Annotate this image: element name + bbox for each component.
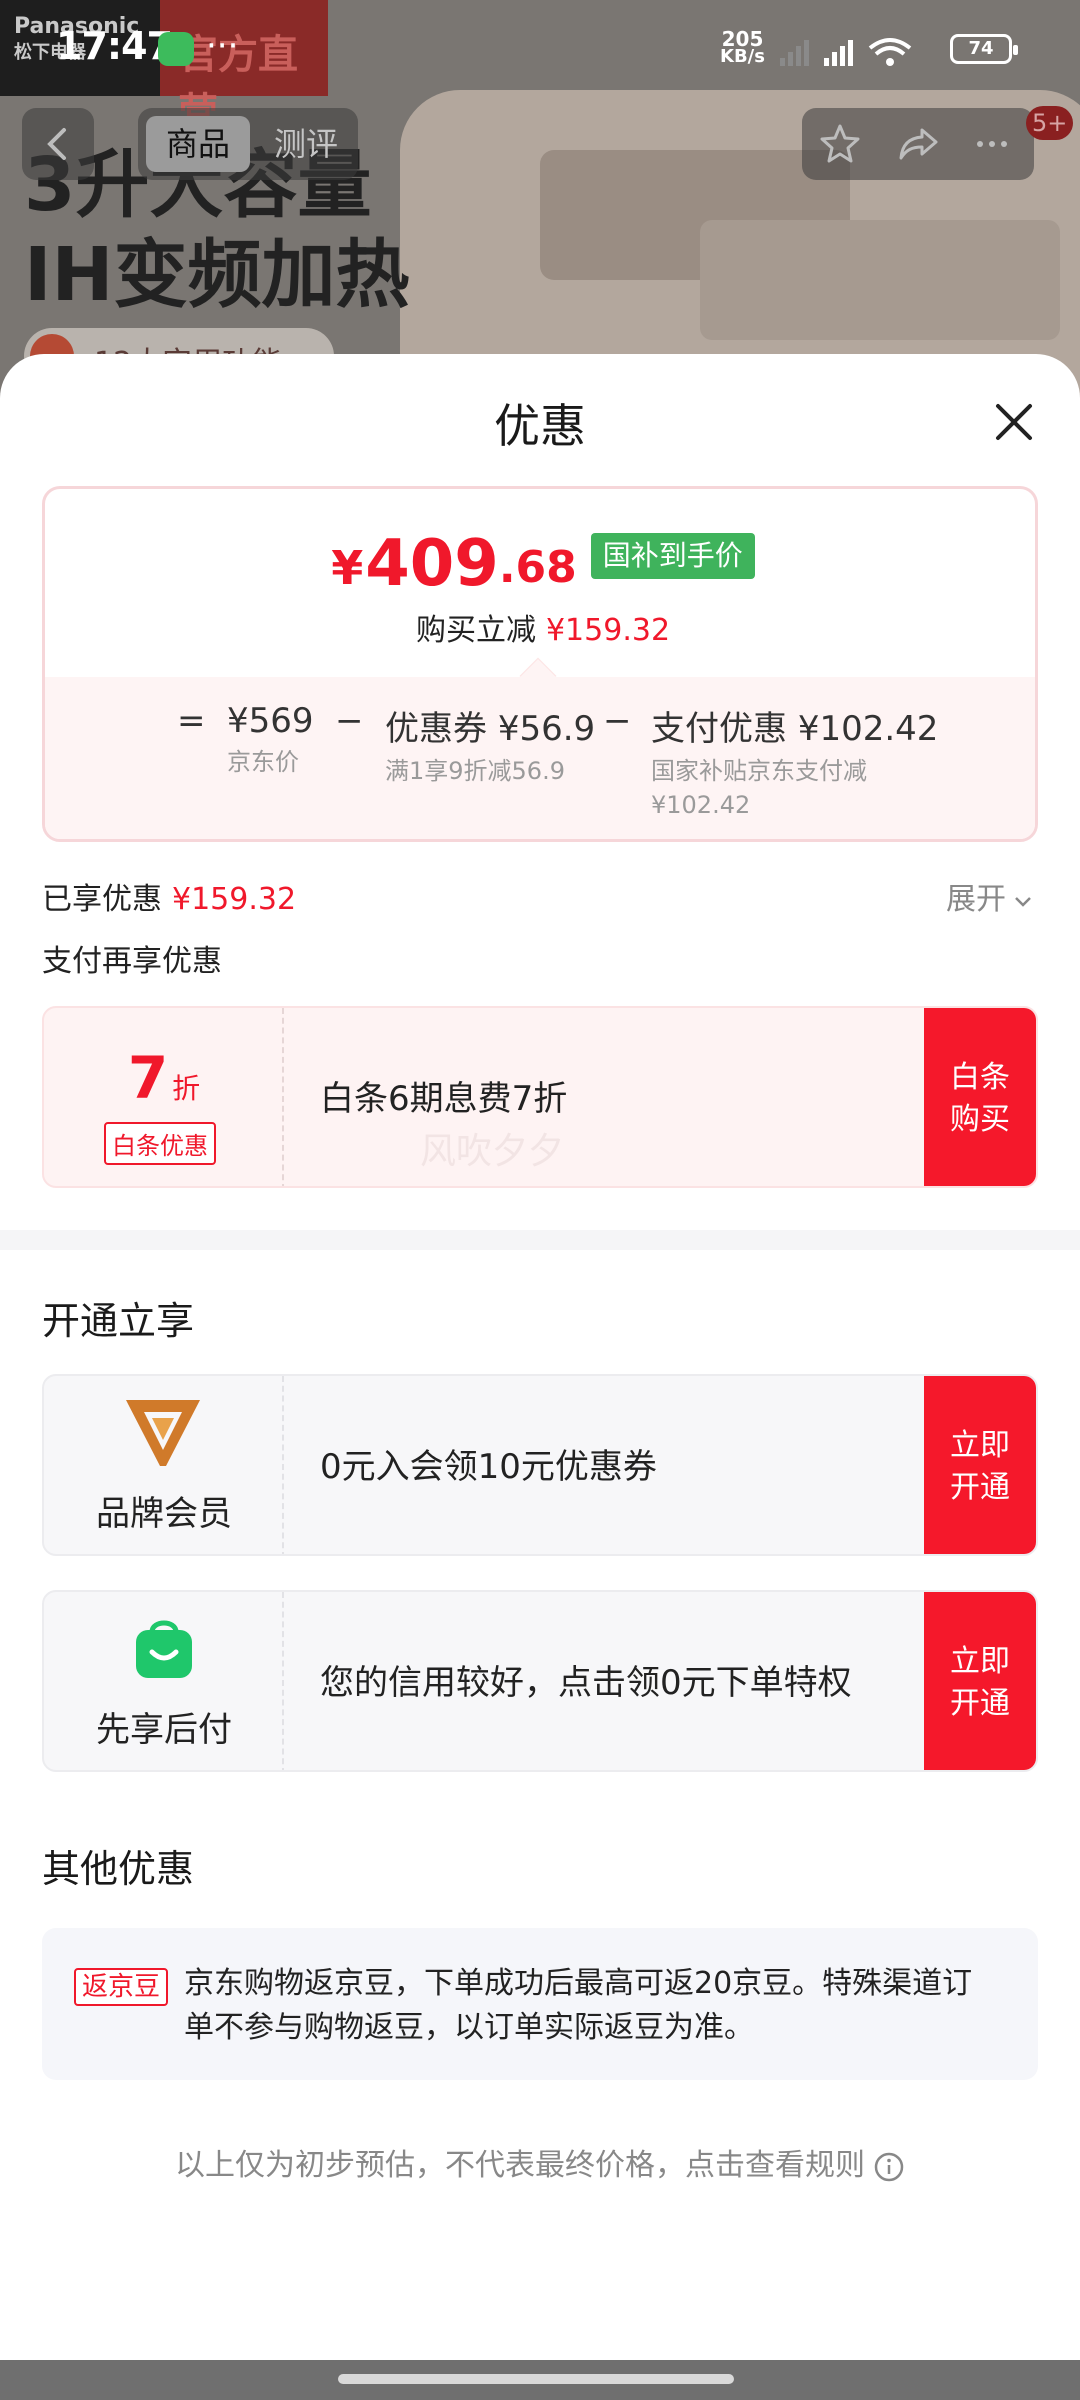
notification-badge: 5+: [1026, 106, 1074, 140]
open-section-title: 开通立享: [42, 1299, 195, 1343]
pay-later-button-line1: 立即: [950, 1644, 1010, 1679]
pay-discount-desc-amount: ¥102.42: [651, 791, 751, 819]
back-icon: [47, 128, 66, 160]
shopping-bag-icon: [136, 1620, 192, 1678]
enjoyed-discount: 已享优惠 ¥159.32: [42, 874, 296, 918]
baitiao-tag: 白条优惠: [104, 1122, 216, 1165]
jd-price-label: 京东价: [227, 748, 299, 776]
status-more-icon: ···: [206, 26, 239, 66]
pay-discount-line: 支付优惠 ¥102.42: [651, 701, 938, 750]
formula-pay-discount: 支付优惠 ¥102.42 国家补贴京东支付减 ¥102.42: [651, 701, 938, 822]
nav-actions: [802, 108, 1034, 180]
star-icon[interactable]: [816, 120, 864, 168]
jingdou-tag: 返京豆: [74, 1968, 169, 2006]
formula-equals: =: [177, 701, 206, 741]
tab-review[interactable]: 测评: [262, 116, 350, 172]
enjoyed-label: 已享优惠: [42, 882, 162, 917]
info-icon: [874, 2152, 904, 2181]
discount-sheet: 优惠 ¥ 409 .68 国补到手价 购买立减 ¥159.32 = ¥569 京东…: [0, 354, 1080, 2360]
discount-unit: 折: [172, 1072, 201, 1105]
footer-note-text: 以上仅为初步预估，不代表最终价格，点击查看规则: [175, 2148, 865, 2183]
pay-discount-desc: 国家补贴京东支付减: [651, 757, 867, 785]
coupon-value: ¥56.9: [497, 709, 596, 749]
price-integer: 409: [365, 527, 499, 601]
brand-member-button-line1: 立即: [950, 1428, 1010, 1463]
signal-icon: [780, 38, 912, 66]
jingdou-text: 京东购物返京豆，下单成功后最高可返20京豆。特殊渠道订单不参与购物返豆，以订单实…: [184, 1966, 973, 2045]
close-icon[interactable]: [984, 392, 1044, 452]
coupon-line: 优惠券 ¥56.9: [385, 701, 595, 750]
other-section-title: 其他优惠: [42, 1847, 195, 1891]
price-currency: ¥: [331, 541, 364, 595]
discount-number: 7: [127, 1044, 169, 1112]
coupon-desc: 满1享9折减56.9: [385, 757, 565, 785]
rules-link[interactable]: 以上仅为初步预估，不代表最终价格，点击查看规则: [0, 2140, 1080, 2184]
formula-coupon: 优惠券 ¥56.9 满1享9折减56.9: [385, 701, 595, 788]
price-formula: = ¥569 京东价 − 优惠券 ¥56.9 满1享9折减56.9 − 支付优惠…: [45, 677, 1035, 839]
formula-minus-2: −: [603, 701, 632, 741]
baitiao-button-line2: 购买: [950, 1102, 1010, 1137]
watermark-text: 风吹夕夕: [420, 1131, 565, 1172]
subsidy-price-tag: 国补到手价: [590, 533, 755, 579]
home-indicator[interactable]: [338, 2374, 734, 2384]
baitiao-buy-button[interactable]: 白条 购买: [924, 1008, 1036, 1186]
brand-member-description: 0元入会领10元优惠券: [320, 1447, 657, 1487]
wechat-icon: [158, 32, 194, 66]
pay-again-label: 支付再享优惠: [42, 944, 222, 979]
reduction-amount: ¥159.32: [545, 613, 671, 648]
purchase-reduction: 购买立减 ¥159.32: [45, 605, 1035, 649]
section-divider: [0, 1230, 1080, 1250]
price-decimal: .68: [498, 542, 577, 593]
network-speed: 205 KB/s: [720, 27, 765, 67]
page-tabs: 商品 测评: [138, 108, 358, 180]
battery-indicator: 74: [950, 34, 1018, 64]
brand-member-logo-icon: [126, 1400, 200, 1466]
brand-member-badge: 品牌会员: [44, 1376, 284, 1554]
expand-button[interactable]: 展开: [946, 874, 1034, 918]
coupon-title: 优惠券: [385, 709, 487, 749]
final-price: ¥ 409 .68 国补到手价: [45, 527, 1035, 601]
jd-price-value: ¥569: [227, 701, 314, 741]
sheet-title: 优惠: [494, 399, 586, 453]
brand-member-button-line2: 开通: [950, 1470, 1010, 1505]
status-time: 17:47: [56, 24, 173, 68]
back-button[interactable]: [22, 108, 94, 180]
formula-minus-1: −: [335, 701, 364, 741]
pay-discount-value: ¥102.42: [797, 709, 939, 749]
brand-member-open-button[interactable]: 立即 开通: [924, 1376, 1036, 1554]
pay-discount-title: 支付优惠: [651, 709, 787, 749]
formula-jd-price: ¥569 京东价: [227, 701, 314, 779]
baitiao-discount-badge: 7折 白条优惠: [44, 1008, 284, 1186]
tab-product[interactable]: 商品: [146, 116, 250, 172]
status-bar: 17:47 ··· 205 KB/s 74: [0, 0, 1080, 96]
more-icon[interactable]: [968, 120, 1016, 168]
brand-member-card: 品牌会员 0元入会领10元优惠券 立即开通: [42, 1374, 1038, 1556]
brand-member-label: 品牌会员: [96, 1494, 232, 1534]
baitiao-button-line1: 白条: [950, 1060, 1010, 1095]
discount-rate: 7折: [44, 1044, 284, 1112]
expand-label: 展开: [946, 882, 1006, 917]
enjoyed-amount: ¥159.32: [172, 882, 297, 917]
jingdou-offer: 返京豆 京东购物返京豆，下单成功后最高可返20京豆。特殊渠道订单不参与购物返豆，…: [42, 1928, 1038, 2080]
price-breakdown-card: ¥ 409 .68 国补到手价 购买立减 ¥159.32 = ¥569 京东价 −…: [42, 486, 1038, 842]
pay-later-description: 您的信用较好，点击领0元下单特权: [320, 1663, 852, 1703]
rice-cooker-panel: [700, 220, 1060, 340]
pay-later-card: 先享后付 您的信用较好，点击领0元下单特权 立即开通: [42, 1590, 1038, 1772]
pay-later-open-button[interactable]: 立即 开通: [924, 1592, 1036, 1770]
share-icon[interactable]: [894, 120, 942, 168]
pay-later-button-line2: 开通: [950, 1686, 1010, 1721]
pay-later-badge: 先享后付: [44, 1592, 284, 1770]
chevron-down-icon: [1015, 896, 1031, 907]
pay-later-label: 先享后付: [96, 1710, 232, 1750]
reduction-label: 购买立减: [415, 613, 536, 648]
